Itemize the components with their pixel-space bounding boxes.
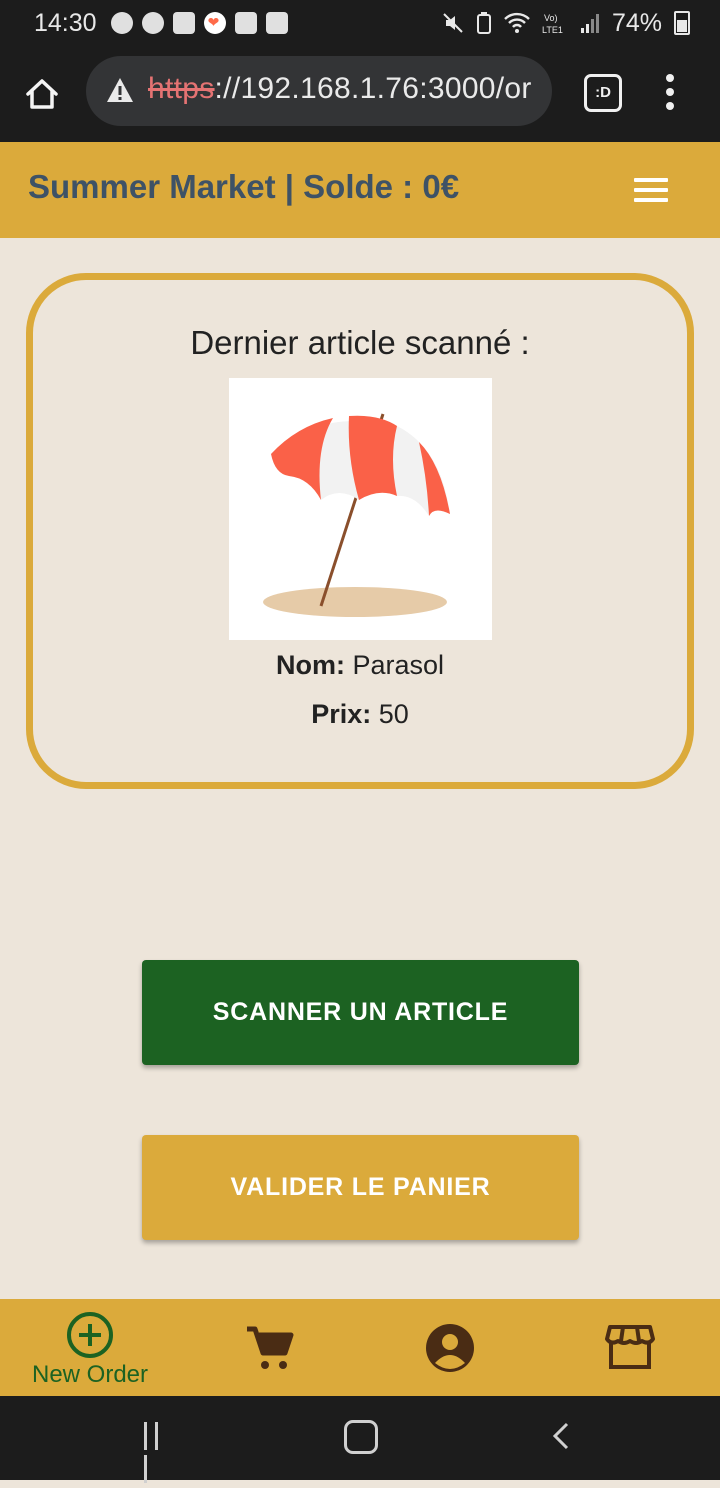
url-scheme: https bbox=[148, 72, 215, 105]
prix-value: 50 bbox=[378, 699, 409, 729]
address-bar[interactable]: https://192.168.1.76:3000/or bbox=[86, 56, 552, 126]
volte-icon: Vo) LTE1 bbox=[542, 13, 563, 35]
tabs-button[interactable]: :D bbox=[584, 74, 622, 112]
check-icon bbox=[234, 12, 257, 34]
home-icon[interactable] bbox=[22, 74, 62, 114]
warning-icon[interactable] bbox=[106, 76, 134, 104]
system-home-icon[interactable] bbox=[344, 1420, 378, 1454]
card-title: Dernier article scanné : bbox=[190, 324, 530, 361]
browser-toolbar: https://192.168.1.76:3000/or :D bbox=[0, 46, 720, 142]
signal-icon bbox=[580, 14, 599, 33]
status-right: Vo) LTE1 74% bbox=[442, 0, 690, 46]
add-circle-icon bbox=[67, 1312, 113, 1358]
nav-new-order[interactable]: New Order bbox=[0, 1299, 180, 1396]
notification-icon bbox=[141, 12, 164, 34]
battery-saver-icon bbox=[476, 12, 491, 34]
svg-text:LTE1: LTE1 bbox=[542, 25, 563, 35]
bottom-navigation: New Order bbox=[0, 1299, 720, 1396]
status-time: 14:30 bbox=[34, 8, 97, 37]
prix-label: Prix: bbox=[311, 699, 372, 729]
wifi-icon bbox=[504, 12, 530, 33]
account-icon bbox=[426, 1324, 474, 1372]
nav-account[interactable] bbox=[360, 1299, 540, 1396]
app-title: Summer Market | Solde : 0€ bbox=[28, 168, 460, 205]
url-text: https://192.168.1.76:3000/or bbox=[148, 72, 532, 106]
validate-cart-button[interactable]: VALIDER LE PANIER bbox=[142, 1135, 579, 1240]
store-icon bbox=[605, 1325, 655, 1369]
voicemail-icon bbox=[172, 12, 195, 34]
cart-icon bbox=[247, 1326, 294, 1369]
nav-cart[interactable] bbox=[180, 1299, 360, 1396]
nom-label: Nom: bbox=[275, 650, 345, 680]
nav-new-order-label: New Order bbox=[31, 1361, 149, 1388]
hamburger-menu-icon[interactable] bbox=[634, 178, 668, 202]
nom-value: Parasol bbox=[352, 650, 445, 680]
product-image bbox=[229, 378, 492, 640]
back-icon[interactable] bbox=[552, 1422, 570, 1450]
battery-percent: 74% bbox=[611, 8, 662, 37]
recent-apps-icon[interactable] bbox=[144, 1422, 174, 1483]
last-scanned-card: Dernier article scanné : Nom: Parasol Pr… bbox=[26, 273, 694, 789]
url-host: ://192.168.1.76:3000/or bbox=[214, 72, 532, 105]
mute-icon bbox=[443, 13, 463, 33]
battery-icon bbox=[674, 11, 690, 35]
notification-icons bbox=[110, 12, 288, 34]
notification-icon bbox=[110, 12, 133, 34]
product-price-line: Prix: 50 bbox=[33, 699, 687, 730]
product-name-line: Nom: Parasol bbox=[33, 650, 687, 681]
app-header: Summer Market | Solde : 0€ bbox=[0, 142, 720, 238]
scan-article-button[interactable]: SCANNER UN ARTICLE bbox=[142, 960, 579, 1065]
system-navigation-bar bbox=[0, 1396, 720, 1483]
image-icon bbox=[265, 12, 288, 34]
heart-app-icon bbox=[203, 12, 226, 34]
more-menu-icon[interactable] bbox=[662, 74, 678, 114]
status-bar: 14:30 Vo) LTE1 74% bbox=[0, 0, 720, 46]
nav-store[interactable] bbox=[540, 1299, 720, 1396]
svg-text:Vo): Vo) bbox=[544, 13, 558, 23]
parasol-illustration bbox=[263, 413, 450, 617]
